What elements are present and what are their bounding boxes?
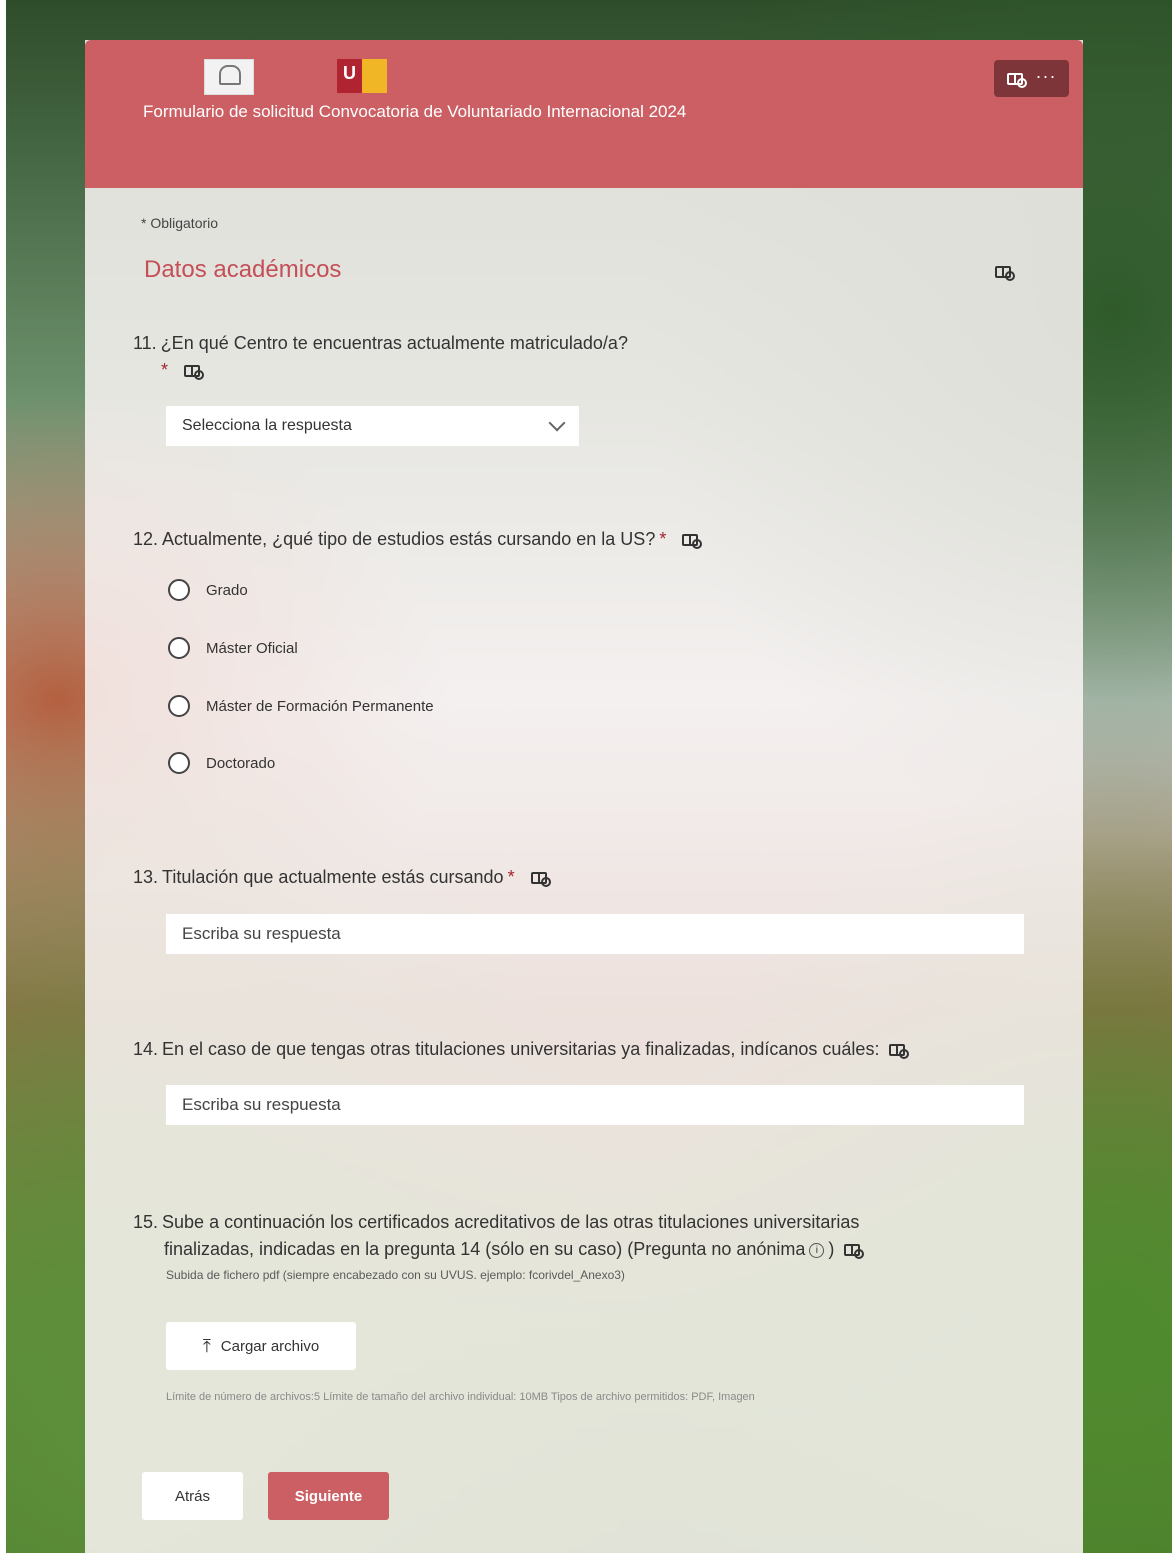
upload-limits: Límite de número de archivos:5 Límite de… bbox=[166, 1391, 755, 1403]
other-degrees-text-field[interactable]: Escriba su respuesta bbox=[166, 1085, 1024, 1125]
form-header: U Formulario de solicitud Convocatoria d… bbox=[85, 40, 1083, 188]
immersive-reader-icon[interactable] bbox=[889, 1044, 910, 1060]
question-number: 13. bbox=[133, 867, 159, 887]
form-card: U Formulario de solicitud Convocatoria d… bbox=[85, 40, 1083, 1553]
header-toolbar: ··· bbox=[994, 60, 1069, 97]
immersive-reader-icon[interactable] bbox=[995, 266, 1015, 281]
question-number: 12. bbox=[133, 529, 159, 549]
question-11: 11. ¿En qué Centro te encuentras actualme… bbox=[133, 333, 628, 381]
radio-button[interactable] bbox=[168, 695, 190, 717]
immersive-reader-icon[interactable] bbox=[1006, 72, 1027, 88]
info-icon[interactable]: i bbox=[809, 1242, 825, 1258]
upload-label: Cargar archivo bbox=[220, 1337, 320, 1355]
question-text: Titulación que actualmente estás cursand… bbox=[162, 867, 504, 887]
chevron-down-icon bbox=[548, 414, 566, 432]
question-15: 15. Sube a continuación los certificados … bbox=[133, 1212, 865, 1260]
required-marker: * bbox=[507, 867, 515, 887]
question-number: 14. bbox=[133, 1039, 159, 1059]
question-13: 13. Titulación que actualmente estás curs… bbox=[133, 867, 551, 888]
center-dropdown[interactable]: Selecciona la respuesta bbox=[166, 406, 579, 446]
section-title: Datos académicos bbox=[144, 256, 342, 283]
next-button[interactable]: Siguiente bbox=[268, 1472, 389, 1520]
radio-option-master-formacion[interactable]: Máster de Formación Permanente bbox=[168, 695, 434, 717]
back-button[interactable]: Atrás bbox=[142, 1472, 243, 1520]
radio-button[interactable] bbox=[168, 637, 190, 659]
immersive-reader-icon[interactable] bbox=[530, 872, 551, 888]
question-text: Actualmente, ¿qué tipo de estudios estás… bbox=[162, 529, 656, 549]
question-text: En el caso de que tengas otras titulacio… bbox=[162, 1039, 880, 1059]
radio-option-master-oficial[interactable]: Máster Oficial bbox=[168, 637, 298, 659]
radio-label: Máster de Formación Permanente bbox=[206, 697, 434, 715]
immersive-reader-icon[interactable] bbox=[682, 534, 703, 550]
degree-text-field[interactable]: Escriba su respuesta bbox=[166, 914, 1024, 954]
question-text: ¿En qué Centro te encuentras actualmente… bbox=[160, 333, 628, 353]
question-14: 14. En el caso de que tengas otras titula… bbox=[133, 1039, 910, 1060]
radio-label: Grado bbox=[206, 581, 248, 599]
radio-button[interactable] bbox=[168, 752, 190, 774]
required-marker: * bbox=[659, 529, 667, 549]
question-number: 15. bbox=[133, 1212, 159, 1232]
question-text-continued: finalizadas, indicadas en la pregunta 14… bbox=[164, 1239, 806, 1259]
radio-label: Máster Oficial bbox=[206, 639, 298, 657]
upload-file-button[interactable]: ⤒ Cargar archivo bbox=[166, 1322, 356, 1370]
university-logo: U bbox=[337, 59, 387, 93]
radio-label: Doctorado bbox=[206, 754, 276, 772]
upload-icon: ⤒ bbox=[202, 1335, 211, 1356]
upload-hint: Subida de fichero pdf (siempre encabezad… bbox=[166, 1268, 625, 1282]
form-title: Formulario de solicitud Convocatoria de … bbox=[143, 102, 687, 121]
immersive-reader-icon[interactable] bbox=[844, 1244, 865, 1260]
question-12: 12. Actualmente, ¿qué tipo de estudios es… bbox=[133, 529, 703, 550]
page-edge bbox=[0, 0, 6, 1553]
radio-option-doctorado[interactable]: Doctorado bbox=[168, 752, 275, 774]
more-options-icon[interactable]: ··· bbox=[1036, 67, 1057, 87]
required-marker: * bbox=[161, 360, 169, 380]
question-number: 11. bbox=[133, 333, 157, 353]
radio-button[interactable] bbox=[168, 579, 190, 601]
question-text: Sube a continuación los certificados acr… bbox=[162, 1212, 860, 1232]
required-note: * Obligatorio bbox=[141, 215, 219, 231]
dropdown-value: Selecciona la respuesta bbox=[182, 417, 352, 434]
university-seal-logo bbox=[204, 59, 254, 95]
immersive-reader-icon[interactable] bbox=[184, 365, 205, 381]
radio-option-grado[interactable]: Grado bbox=[168, 579, 248, 601]
